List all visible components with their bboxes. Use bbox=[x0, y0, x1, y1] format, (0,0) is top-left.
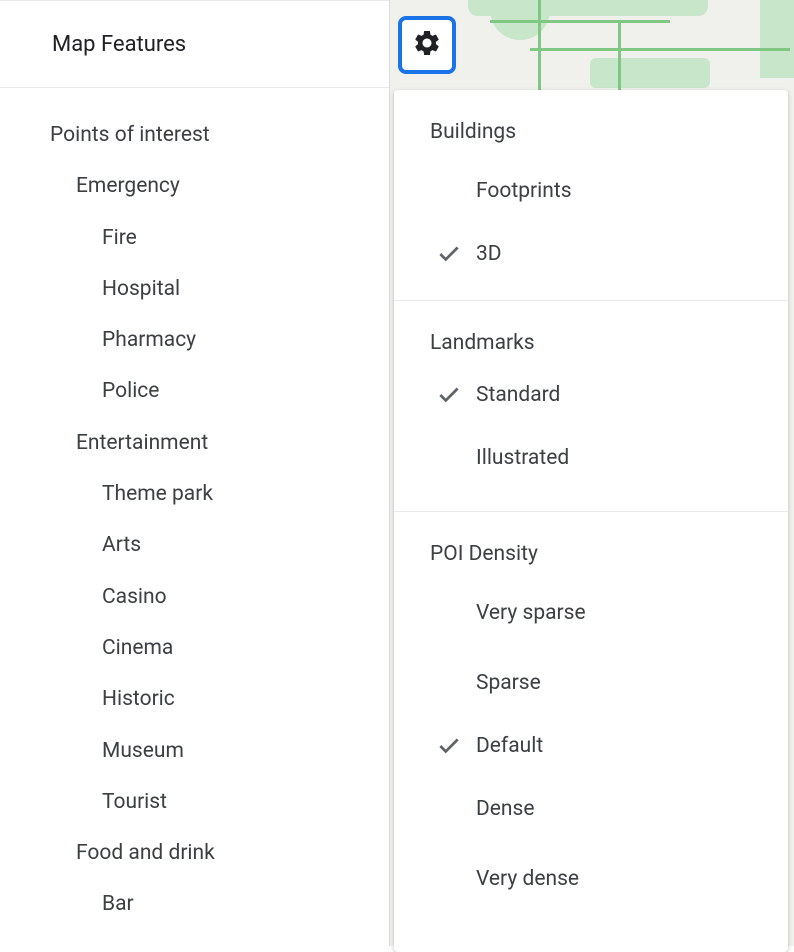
section-landmarks: Landmarks Standard Illustrated bbox=[394, 301, 788, 512]
tree-item-cinema[interactable]: Cinema bbox=[50, 623, 389, 674]
option-label: Footprints bbox=[476, 179, 572, 203]
tree-item-entertainment[interactable]: Entertainment bbox=[50, 418, 389, 469]
option-label: Standard bbox=[476, 383, 560, 407]
option-standard[interactable]: Standard bbox=[394, 367, 788, 423]
settings-button[interactable] bbox=[398, 16, 456, 74]
section-poi-density: POI Density Very sparse Sparse Default D… bbox=[394, 512, 788, 932]
option-label: Dense bbox=[476, 797, 535, 821]
option-label: 3D bbox=[476, 242, 502, 266]
check-icon bbox=[436, 733, 476, 759]
check-icon bbox=[436, 382, 476, 408]
tree-item-police[interactable]: Police bbox=[50, 366, 389, 417]
road-line bbox=[530, 48, 790, 51]
tree-item-points-of-interest[interactable]: Points of interest bbox=[50, 110, 389, 161]
tree-item-theme-park[interactable]: Theme park bbox=[50, 469, 389, 520]
option-very-sparse[interactable]: Very sparse bbox=[394, 578, 788, 648]
park-shape bbox=[590, 58, 710, 88]
feature-tree: Points of interest Emergency Fire Hospit… bbox=[0, 88, 389, 931]
tree-item-pharmacy[interactable]: Pharmacy bbox=[50, 315, 389, 366]
sidebar-header: Map Features bbox=[0, 0, 389, 88]
option-default[interactable]: Default bbox=[394, 718, 788, 774]
tree-item-emergency[interactable]: Emergency bbox=[50, 161, 389, 212]
option-label: Very sparse bbox=[476, 601, 586, 625]
option-sparse[interactable]: Sparse bbox=[394, 648, 788, 718]
option-label: Default bbox=[476, 734, 543, 758]
section-title-buildings: Buildings bbox=[394, 108, 788, 156]
tree-item-food-and-drink[interactable]: Food and drink bbox=[50, 828, 389, 879]
tree-item-hospital[interactable]: Hospital bbox=[50, 264, 389, 315]
gear-icon bbox=[412, 28, 442, 63]
road-line bbox=[538, 0, 541, 90]
section-title-landmarks: Landmarks bbox=[394, 319, 788, 367]
tree-item-casino[interactable]: Casino bbox=[50, 572, 389, 623]
road-line bbox=[490, 20, 670, 23]
option-illustrated[interactable]: Illustrated bbox=[394, 423, 788, 493]
option-label: Illustrated bbox=[476, 446, 569, 470]
map-features-sidebar: Map Features Points of interest Emergenc… bbox=[0, 0, 390, 946]
tree-item-museum[interactable]: Museum bbox=[50, 726, 389, 777]
settings-popup: Buildings Footprints 3D Landmarks Standa… bbox=[394, 90, 788, 952]
option-footprints[interactable]: Footprints bbox=[394, 156, 788, 226]
sidebar-title: Map Features bbox=[52, 32, 186, 57]
check-icon bbox=[436, 241, 476, 267]
option-label: Very dense bbox=[476, 867, 579, 891]
road-line bbox=[618, 20, 621, 90]
tree-item-tourist[interactable]: Tourist bbox=[50, 777, 389, 828]
option-dense[interactable]: Dense bbox=[394, 774, 788, 844]
tree-item-historic[interactable]: Historic bbox=[50, 674, 389, 725]
section-buildings: Buildings Footprints 3D bbox=[394, 90, 788, 301]
park-shape bbox=[490, 10, 550, 40]
option-3d[interactable]: 3D bbox=[394, 226, 788, 282]
park-shape bbox=[760, 0, 794, 78]
tree-item-arts[interactable]: Arts bbox=[50, 520, 389, 571]
tree-item-bar[interactable]: Bar bbox=[50, 879, 389, 930]
option-very-dense[interactable]: Very dense bbox=[394, 844, 788, 914]
option-label: Sparse bbox=[476, 671, 541, 695]
section-title-poi-density: POI Density bbox=[394, 530, 788, 578]
tree-item-fire[interactable]: Fire bbox=[50, 213, 389, 264]
